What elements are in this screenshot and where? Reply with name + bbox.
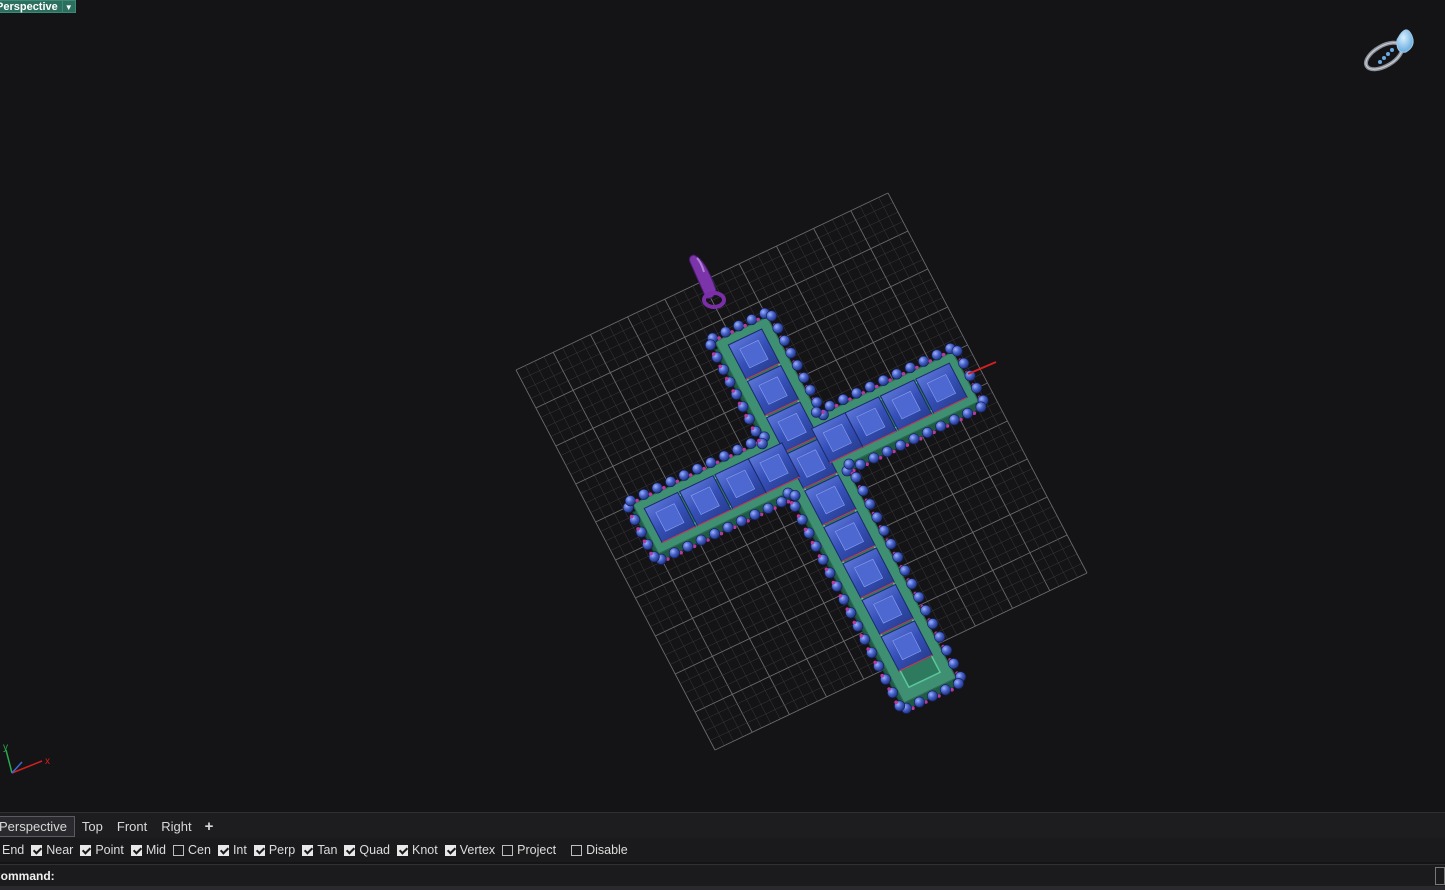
- tab-front[interactable]: Front: [110, 817, 154, 836]
- triangle-down-icon[interactable]: ▼: [62, 0, 76, 13]
- osnap-tan[interactable]: Tan: [302, 843, 337, 857]
- osnap-label: Perp: [268, 843, 296, 857]
- perspective-viewport[interactable]: x y Perspective ▼: [0, 0, 1445, 812]
- osnap-vertex-checkbox[interactable]: [444, 844, 456, 856]
- osnap-label: Vertex: [459, 843, 496, 857]
- add-viewport-tab-button[interactable]: +: [199, 818, 220, 835]
- osnap-tan-checkbox[interactable]: [302, 844, 314, 856]
- pendant-bail[interactable]: [689, 254, 726, 309]
- world-axes-icon: x y: [3, 742, 50, 774]
- viewport-tabs: Perspective Top Front Right +: [0, 812, 1445, 839]
- osnap-int-checkbox[interactable]: [217, 844, 229, 856]
- osnap-disable-checkbox[interactable]: [571, 844, 583, 856]
- osnap-project[interactable]: Project: [502, 843, 556, 857]
- viewport-title-label[interactable]: Perspective: [0, 0, 63, 13]
- tab-perspective[interactable]: Perspective: [0, 815, 75, 837]
- osnap-mid[interactable]: Mid: [130, 843, 166, 857]
- osnap-int[interactable]: Int: [217, 843, 247, 857]
- osnap-label: Near: [46, 843, 74, 857]
- osnap-point-checkbox[interactable]: [80, 844, 92, 856]
- osnap-label: Point: [95, 843, 124, 857]
- osnap-project-checkbox[interactable]: [502, 844, 514, 856]
- osnap-knot-checkbox[interactable]: [397, 844, 408, 856]
- osnap-label: Knot: [412, 843, 438, 857]
- status-strip: [0, 886, 1445, 890]
- osnap-label: Int: [232, 843, 247, 857]
- osnap-label: Quad: [359, 843, 390, 857]
- osnap-label: Disable: [586, 843, 628, 857]
- axis-x-label: x: [45, 756, 50, 767]
- osnap-label: End: [2, 843, 25, 857]
- osnap-label: Project: [517, 843, 557, 857]
- osnap-perp[interactable]: Perp: [253, 843, 296, 857]
- osnap-cen-checkbox[interactable]: [173, 844, 184, 856]
- osnap-end[interactable]: End: [2, 843, 24, 857]
- tab-top[interactable]: Top: [75, 817, 110, 836]
- osnap-near[interactable]: Near: [31, 843, 73, 857]
- osnap-near-checkbox[interactable]: [31, 844, 43, 856]
- osnap-mid-checkbox[interactable]: [130, 844, 142, 856]
- osnap-point[interactable]: Point: [80, 843, 124, 857]
- osnap-label: Tan: [317, 843, 338, 857]
- scene-canvas[interactable]: x y: [0, 0, 1445, 812]
- osnap-bar: End Near Point Mid Cen Int Perp Tan Quad Knot Vert…: [0, 838, 1445, 862]
- osnap-cen[interactable]: Cen: [173, 843, 211, 857]
- osnap-vertex[interactable]: Vertex: [444, 843, 496, 857]
- osnap-quad-checkbox[interactable]: [344, 844, 356, 856]
- osnap-quad[interactable]: Quad: [344, 843, 390, 857]
- command-label: Command:: [0, 869, 55, 883]
- osnap-disable[interactable]: Disable: [571, 843, 628, 857]
- tab-right[interactable]: Right: [154, 817, 198, 836]
- ring-icon[interactable]: [1362, 29, 1414, 75]
- axis-y-label: y: [3, 742, 8, 753]
- osnap-label: Mid: [145, 843, 166, 857]
- command-input[interactable]: [54, 867, 1435, 885]
- osnap-label: Cen: [188, 843, 211, 857]
- viewport-title-tab[interactable]: Perspective ▼: [0, 0, 76, 13]
- osnap-perp-checkbox[interactable]: [253, 844, 265, 856]
- command-line[interactable]: Command:: [0, 864, 1445, 887]
- command-scroll-handle[interactable]: [1435, 867, 1445, 885]
- osnap-knot[interactable]: Knot: [397, 843, 438, 857]
